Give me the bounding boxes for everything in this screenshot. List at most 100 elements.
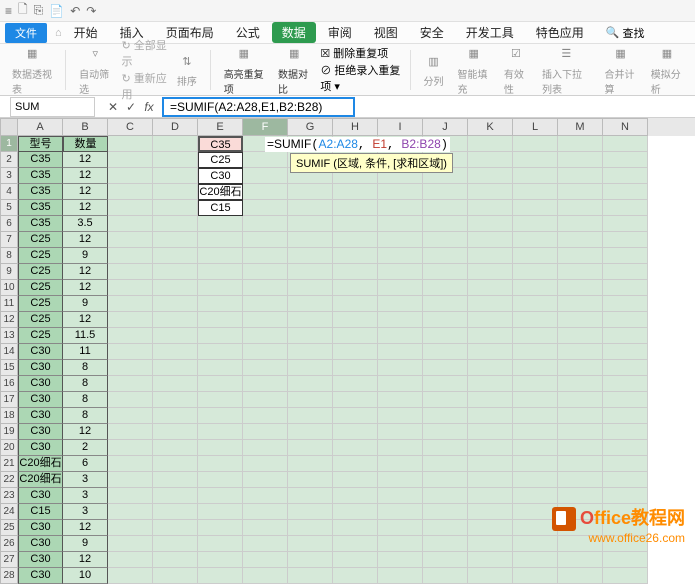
cell[interactable] — [108, 520, 153, 536]
cell[interactable] — [423, 504, 468, 520]
cell[interactable] — [288, 328, 333, 344]
cell[interactable] — [513, 248, 558, 264]
cell[interactable] — [153, 408, 198, 424]
cell[interactable]: 12 — [63, 264, 108, 280]
cell[interactable]: C30 — [18, 488, 63, 504]
cell[interactable] — [108, 152, 153, 168]
print-icon[interactable]: 📄 — [49, 4, 64, 18]
col-header-g[interactable]: G — [288, 118, 333, 136]
cell[interactable]: C25 — [18, 328, 63, 344]
new-icon[interactable]: 🗋 — [18, 0, 28, 21]
col-header-n[interactable]: N — [603, 118, 648, 136]
cell[interactable] — [243, 152, 288, 168]
cell[interactable] — [153, 184, 198, 200]
cell[interactable] — [513, 472, 558, 488]
cell[interactable] — [198, 488, 243, 504]
cell[interactable] — [468, 392, 513, 408]
col-header-b[interactable]: B — [63, 118, 108, 136]
cell[interactable] — [153, 168, 198, 184]
menu-special[interactable]: 特色应用 — [526, 22, 594, 43]
cell[interactable] — [288, 344, 333, 360]
row-header[interactable]: 22 — [0, 472, 18, 488]
menu-data[interactable]: 数据 — [272, 22, 316, 43]
cell[interactable] — [198, 232, 243, 248]
cell[interactable] — [423, 360, 468, 376]
cell[interactable] — [378, 344, 423, 360]
cell[interactable] — [153, 328, 198, 344]
cell[interactable]: C25 — [18, 232, 63, 248]
cell[interactable] — [243, 456, 288, 472]
cell[interactable]: 3 — [63, 488, 108, 504]
cell[interactable] — [198, 520, 243, 536]
cell[interactable] — [513, 552, 558, 568]
cell[interactable]: 6 — [63, 456, 108, 472]
cell[interactable] — [243, 344, 288, 360]
cell[interactable] — [468, 328, 513, 344]
cell[interactable] — [378, 216, 423, 232]
cell[interactable] — [603, 280, 648, 296]
cell[interactable] — [243, 440, 288, 456]
cell[interactable] — [153, 488, 198, 504]
cell[interactable] — [288, 248, 333, 264]
validation-button[interactable]: ☑有效性 — [500, 44, 532, 96]
cell[interactable] — [603, 152, 648, 168]
cell[interactable] — [243, 408, 288, 424]
col-header-a[interactable]: A — [18, 118, 63, 136]
cell[interactable]: C30 — [18, 424, 63, 440]
cell[interactable] — [333, 328, 378, 344]
cell[interactable] — [468, 536, 513, 552]
cell[interactable] — [333, 536, 378, 552]
row-header[interactable]: 5 — [0, 200, 18, 216]
cell[interactable] — [513, 264, 558, 280]
cell[interactable] — [513, 424, 558, 440]
cell[interactable] — [153, 472, 198, 488]
cell[interactable] — [108, 488, 153, 504]
formula-input[interactable]: =SUMIF(A2:A28,E1,B2:B28) — [162, 97, 355, 117]
cell[interactable] — [513, 408, 558, 424]
cell[interactable] — [333, 216, 378, 232]
cell[interactable] — [153, 424, 198, 440]
cell[interactable] — [603, 168, 648, 184]
cell[interactable] — [558, 184, 603, 200]
file-menu[interactable]: 文件 — [5, 23, 47, 43]
cell[interactable] — [423, 216, 468, 232]
texttocolumns-button[interactable]: ▥分列 — [420, 51, 448, 88]
cell[interactable] — [108, 184, 153, 200]
cell[interactable] — [198, 568, 243, 584]
cell[interactable] — [558, 248, 603, 264]
cell[interactable] — [513, 296, 558, 312]
cell[interactable] — [288, 424, 333, 440]
cell[interactable] — [198, 360, 243, 376]
cell[interactable] — [153, 536, 198, 552]
cell[interactable] — [153, 440, 198, 456]
insertdropdown-button[interactable]: ☰插入下拉列表 — [538, 44, 594, 96]
cell[interactable]: C35 — [18, 184, 63, 200]
cell[interactable]: 12 — [63, 232, 108, 248]
cell[interactable] — [558, 472, 603, 488]
cell[interactable] — [558, 216, 603, 232]
cell[interactable] — [468, 472, 513, 488]
cell[interactable] — [333, 296, 378, 312]
cell[interactable] — [288, 536, 333, 552]
accept-formula-icon[interactable]: ✓ — [124, 100, 138, 114]
cell[interactable]: 9 — [63, 296, 108, 312]
cell[interactable] — [243, 552, 288, 568]
cell[interactable] — [198, 280, 243, 296]
cell[interactable] — [558, 296, 603, 312]
cell[interactable] — [468, 264, 513, 280]
cell[interactable] — [513, 360, 558, 376]
cell[interactable]: 9 — [63, 536, 108, 552]
row-header[interactable]: 6 — [0, 216, 18, 232]
cell[interactable] — [423, 552, 468, 568]
cell[interactable] — [333, 552, 378, 568]
cell[interactable] — [198, 472, 243, 488]
cell[interactable] — [333, 312, 378, 328]
cell[interactable] — [603, 312, 648, 328]
cell[interactable] — [423, 328, 468, 344]
cell[interactable]: C30 — [18, 552, 63, 568]
cell[interactable] — [333, 456, 378, 472]
highlightdup-button[interactable]: ▦高亮重复项 — [220, 44, 268, 96]
cell[interactable] — [468, 360, 513, 376]
cell[interactable] — [468, 296, 513, 312]
autofilter-button[interactable]: ▿自动筛选 — [75, 44, 115, 96]
